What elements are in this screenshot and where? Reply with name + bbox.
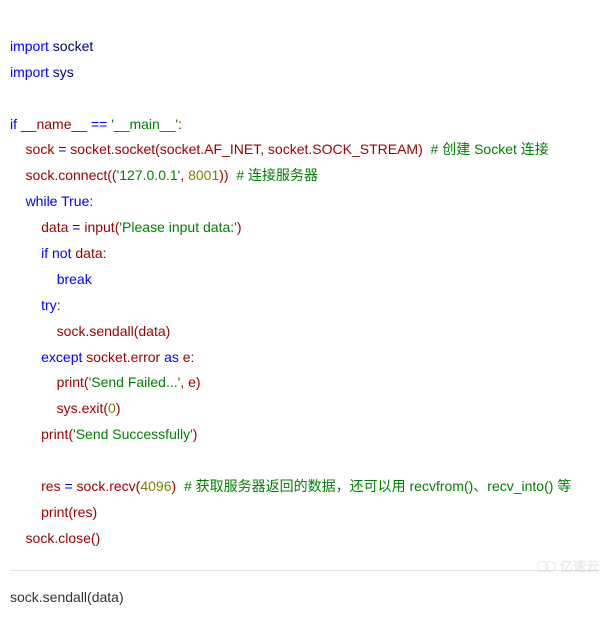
line-16: res = sock.recv(4096) # 获取服务器返回的数据，还可以用 … xyxy=(10,478,571,494)
blank-line xyxy=(10,452,14,468)
line-10: try: xyxy=(10,297,61,313)
line-7: data = input('Please input data:') xyxy=(10,219,241,235)
line-5: sock.connect(('127.0.0.1', 8001)) # 连接服务… xyxy=(10,167,318,183)
line-6: while True: xyxy=(10,193,93,209)
line-3: if __name__ == '__main__': xyxy=(10,116,182,132)
code-block: import socket import sys if __name__ == … xyxy=(10,8,601,552)
line-13: print('Send Failed...', e) xyxy=(10,374,201,390)
footer-text: sock.sendall(data) xyxy=(10,585,601,611)
line-17: print(res) xyxy=(10,504,97,520)
watermark-label: 亿速云 xyxy=(560,555,599,579)
line-2: import sys xyxy=(10,64,74,80)
line-8: if not data: xyxy=(10,245,107,261)
line-18: sock.close() xyxy=(10,530,100,546)
line-14: sys.exit(0) xyxy=(10,400,120,416)
line-11: sock.sendall(data) xyxy=(10,323,170,339)
blank-line xyxy=(10,90,14,106)
line-9: break xyxy=(10,271,92,287)
line-15: print('Send Successfully') xyxy=(10,426,197,442)
line-4: sock = socket.socket(socket.AF_INET, soc… xyxy=(10,141,549,157)
watermark: 亿速云 xyxy=(537,555,599,579)
divider xyxy=(10,570,601,571)
watermark-icon xyxy=(537,561,556,572)
line-12: except socket.error as e: xyxy=(10,349,194,365)
line-1: import socket xyxy=(10,38,93,54)
